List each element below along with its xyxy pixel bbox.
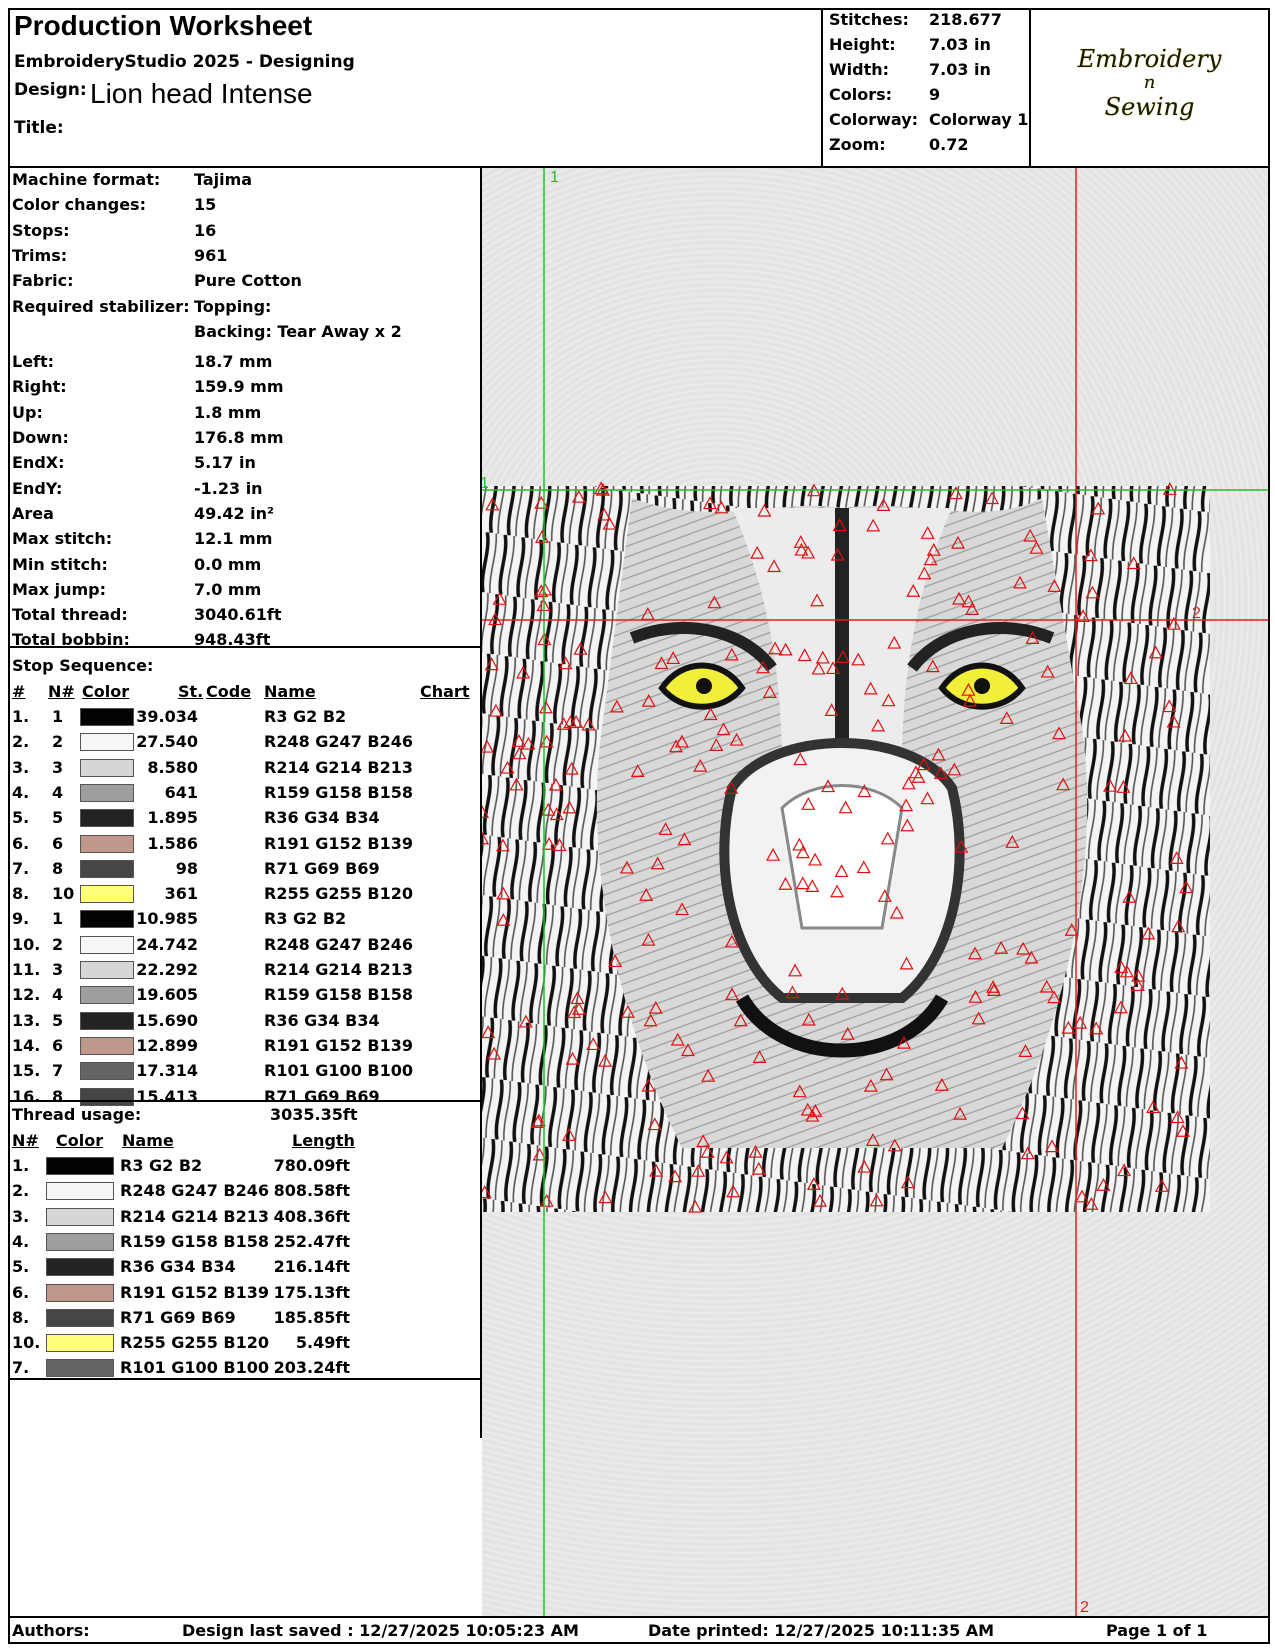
page-border — [8, 8, 1270, 1644]
